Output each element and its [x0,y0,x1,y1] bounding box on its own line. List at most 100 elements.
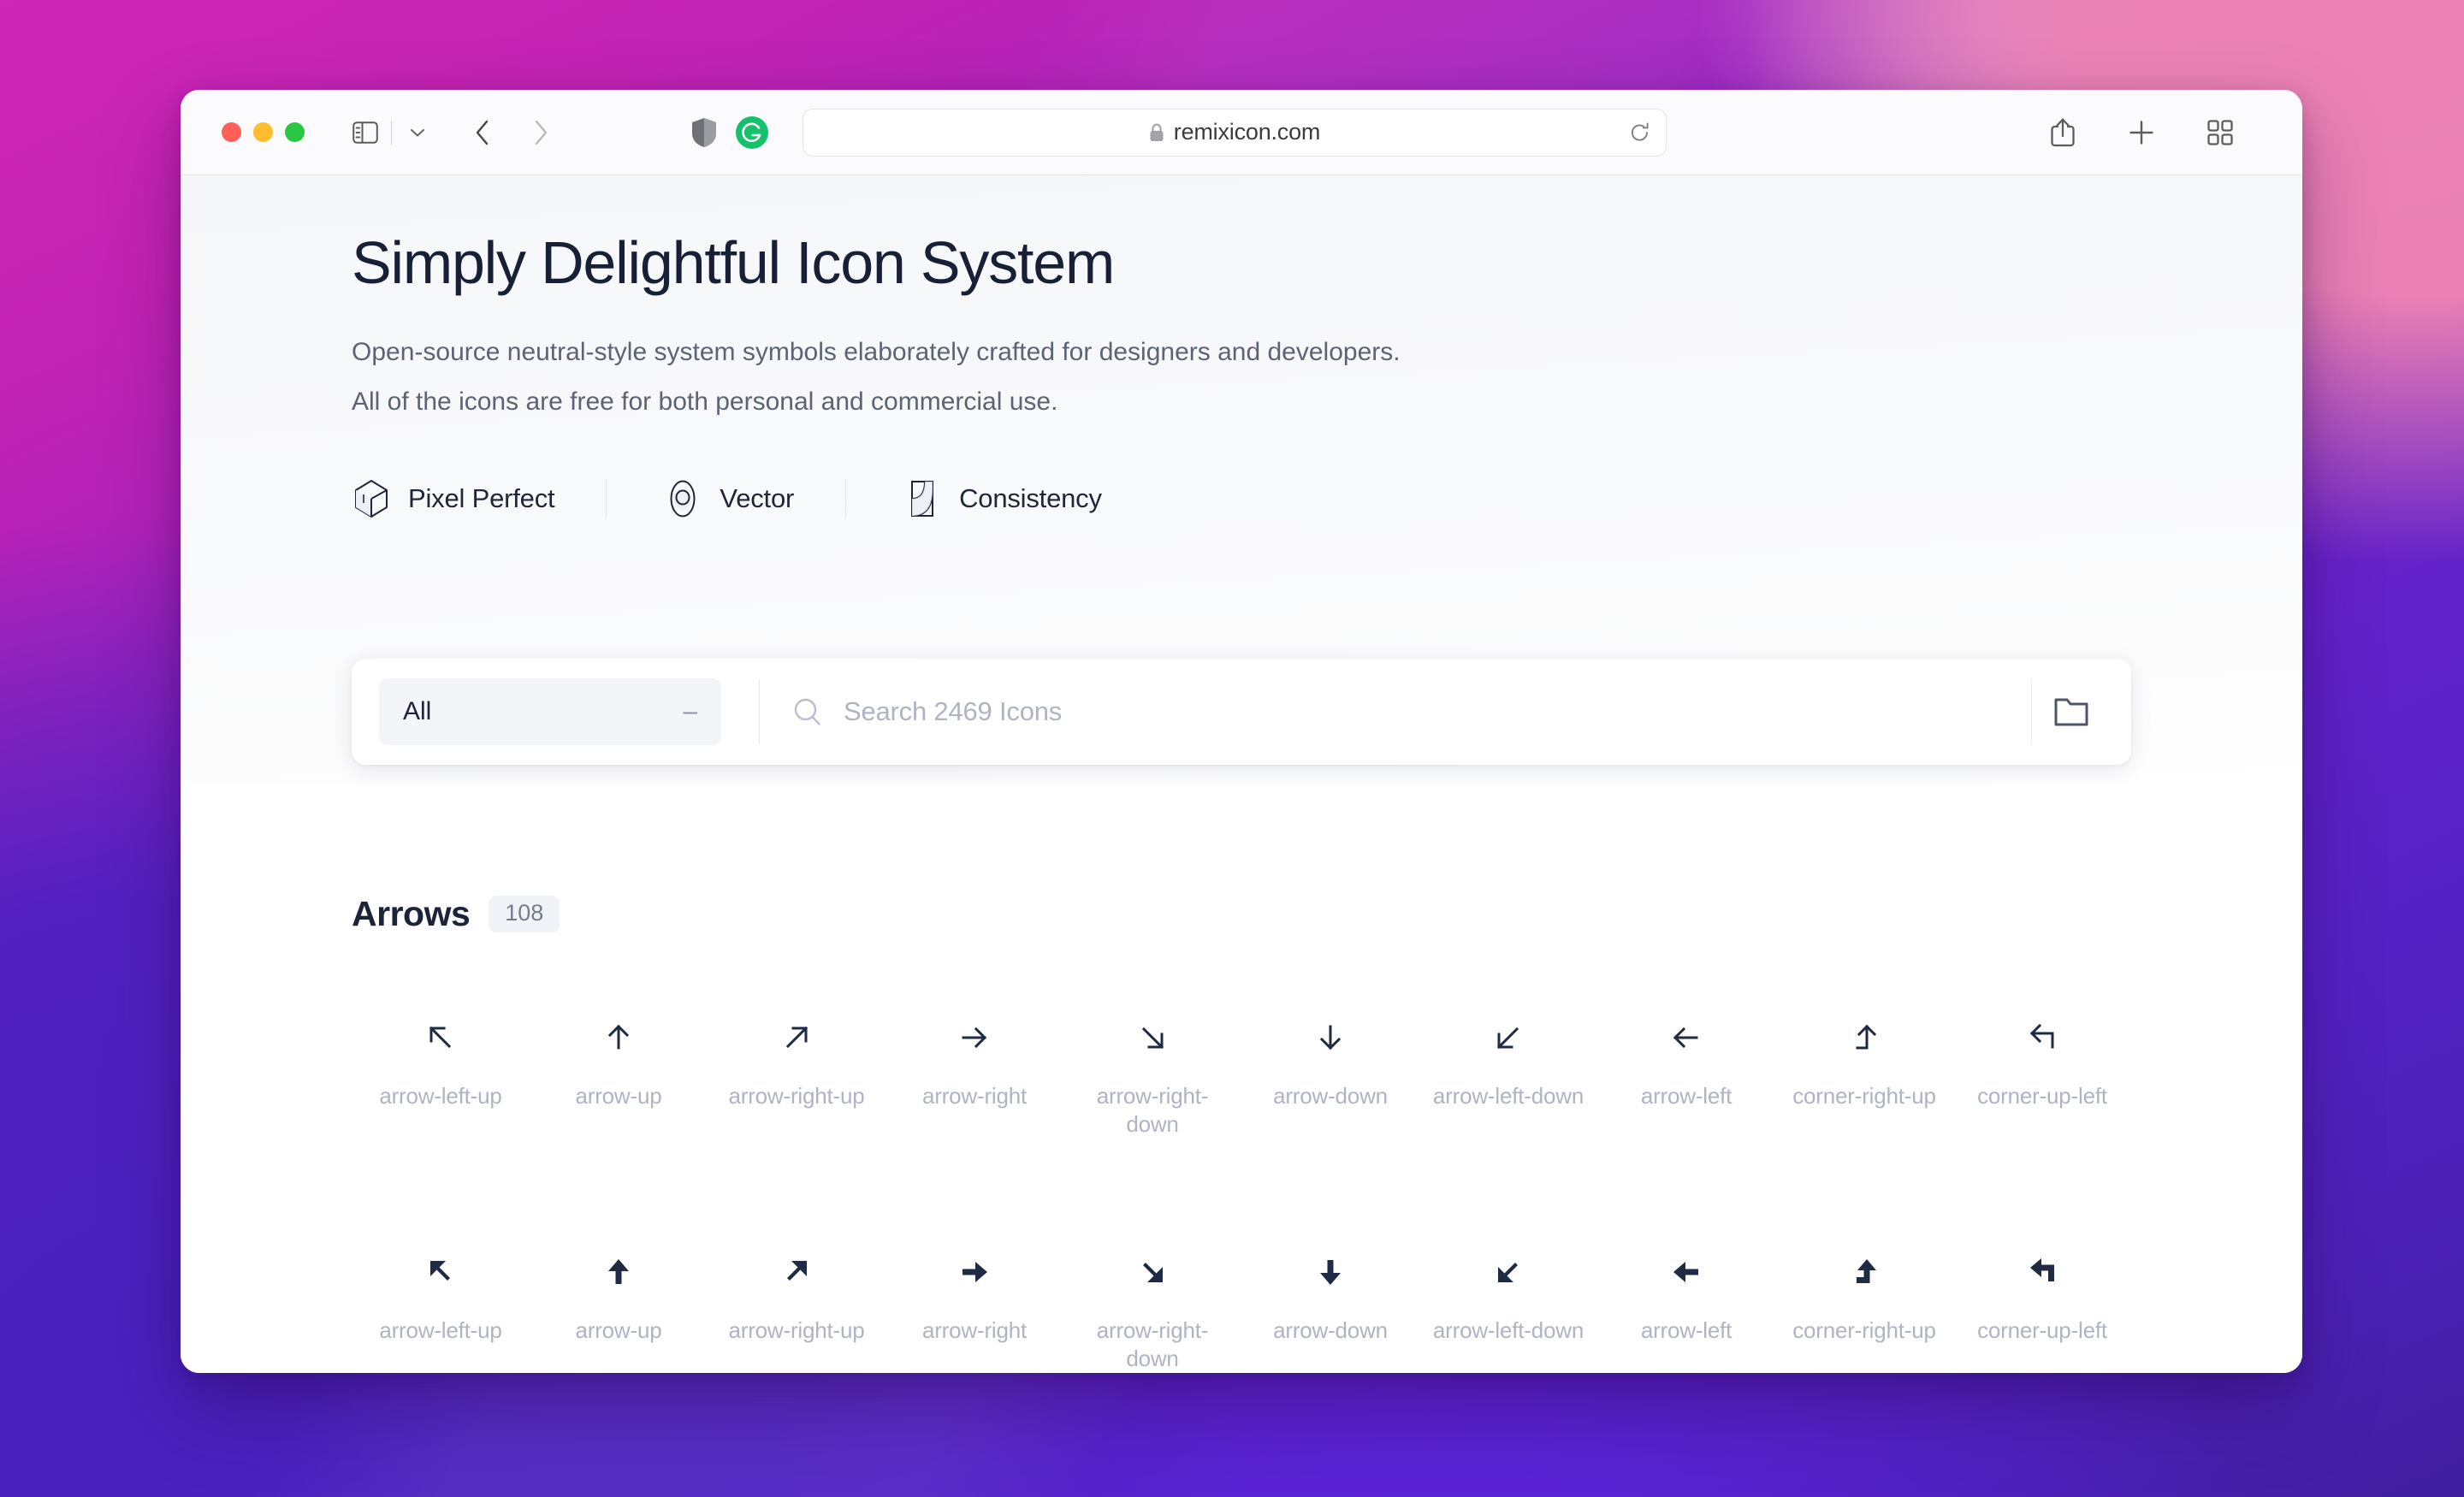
icon-item-arrow-left-fill[interactable]: arrow-left [1597,1227,1775,1373]
arrow-down-line-icon [1312,1011,1349,1064]
icon-item-arrow-right-down-fill[interactable]: arrow-right-down [1063,1227,1241,1373]
hero-subtitle: Open-source neutral-style system symbols… [352,335,2131,419]
arrow-down-fill-icon [1312,1246,1349,1299]
icon-item-arrow-left-up-line[interactable]: arrow-left-up [352,992,530,1169]
icon-item-arrow-right-down-line[interactable]: arrow-right-down [1063,992,1241,1169]
icon-item-arrow-down-line[interactable]: arrow-down [1241,992,1419,1169]
tab-overview-icon[interactable] [2198,110,2242,155]
icon-item-corner-up-left-line[interactable]: corner-up-left [1953,992,2131,1169]
search-bar-wrapper: All – Search 2469 Icons [181,659,2302,765]
chevron-right-icon[interactable] [518,110,563,155]
icon-item-corner-right-up-fill[interactable]: corner-right-up [1775,1227,1953,1373]
icon-item-arrow-left-line[interactable]: arrow-left [1597,992,1775,1169]
icon-grid-fill: arrow-left-up arrow-up arrow-right-up ar… [352,1227,2131,1373]
arrow-left-line-icon [1667,1011,1705,1064]
icon-item-arrow-up-fill[interactable]: arrow-up [530,1227,708,1373]
subtitle-line-2: All of the icons are free for both perso… [352,387,1058,416]
icon-item-arrow-right-line[interactable]: arrow-right [886,992,1063,1169]
corner-up-left-line-icon [2023,1011,2061,1064]
search-placeholder: Search 2469 Icons [844,696,1063,726]
cube-icon [352,479,391,518]
lock-icon [1149,123,1164,142]
sidebar-toggle-icon[interactable] [343,110,388,155]
icon-label: arrow-left-up [379,1317,502,1343]
browser-extensions [691,115,768,149]
arrow-up-fill-icon [600,1246,637,1299]
circle-vector-icon [663,479,702,518]
feature-label: Vector [720,483,795,513]
icon-label: arrow-down [1273,1083,1388,1109]
catalog-section-header: Arrows 108 [352,894,2131,934]
minimize-window-button[interactable] [253,122,273,142]
navigation-controls [460,110,563,155]
feature-list: Pixel Perfect Vector Consistency [352,479,2131,518]
corner-right-up-line-icon [1845,1011,1883,1064]
arrow-right-up-line-icon [778,1011,815,1064]
icon-label: arrow-right [921,1317,1028,1343]
arrow-right-fill-icon [956,1246,993,1299]
icon-item-arrow-right-up-line[interactable]: arrow-right-up [708,992,886,1169]
feature-label: Pixel Perfect [408,483,555,513]
search-input[interactable]: Search 2469 Icons [760,696,2031,727]
hero-inner: Simply Delightful Icon System Open-sourc… [317,175,2165,518]
icon-label: corner-up-left [1977,1317,2107,1343]
icon-item-arrow-left-down-fill[interactable]: arrow-left-down [1419,1227,1597,1373]
grammarly-icon[interactable] [736,115,768,149]
subtitle-line-1: Open-source neutral-style system symbols… [352,338,1401,366]
shield-icon[interactable] [691,117,717,148]
icon-label: corner-right-up [1792,1317,1936,1343]
icon-label: arrow-left-down [1432,1083,1584,1109]
arrow-right-line-icon [956,1011,993,1064]
chevron-left-icon[interactable] [460,110,505,155]
icon-catalog: Arrows 108 arrow-left-up arrow-up arrow-… [181,784,2302,1373]
address-bar[interactable]: remixicon.com [803,108,1667,157]
arrow-left-down-line-icon [1490,1011,1527,1064]
plus-icon[interactable] [2119,110,2164,155]
search-icon [792,696,823,727]
toolbar-right-actions [2040,110,2272,155]
page-title: Simply Delightful Icon System [352,229,1115,296]
arrow-left-fill-icon [1667,1246,1705,1299]
icon-item-arrow-up-line[interactable]: arrow-up [530,992,708,1169]
arrow-right-up-fill-icon [778,1246,815,1299]
square-curve-icon [903,479,942,518]
browser-window: remixicon.com Simply Delightful Icon Sys… [181,90,2302,1373]
reload-icon[interactable] [1630,121,1650,145]
icon-item-arrow-right-fill[interactable]: arrow-right [886,1227,1063,1373]
url-text: remixicon.com [1173,119,1321,145]
icon-item-corner-right-up-line[interactable]: corner-right-up [1775,992,1953,1169]
arrow-left-up-line-icon [422,1011,459,1064]
section-title: Arrows [352,894,471,933]
chevron-down-icon[interactable] [395,110,440,155]
icon-label: arrow-right-up [728,1317,865,1343]
close-window-button[interactable] [222,122,241,142]
feature-label: Consistency [959,483,1102,513]
icon-item-arrow-left-up-fill[interactable]: arrow-left-up [352,1227,530,1373]
corner-right-up-fill-icon [1845,1246,1883,1299]
icon-label: arrow-left-down [1432,1317,1584,1343]
icon-label: arrow-up [575,1317,662,1343]
maximize-window-button[interactable] [285,122,305,142]
category-dropdown[interactable]: All – [379,678,721,745]
category-label: All [403,697,432,725]
arrow-up-line-icon [600,1011,637,1064]
corner-up-left-fill-icon [2023,1246,2061,1299]
share-icon[interactable] [2040,110,2085,155]
url-display: remixicon.com [1149,119,1320,145]
window-controls [222,122,305,142]
sidebar-controls [343,110,440,155]
icon-item-arrow-down-fill[interactable]: arrow-down [1241,1227,1419,1373]
page-content: Simply Delightful Icon System Open-sourc… [181,175,2302,1373]
icon-item-arrow-right-up-fill[interactable]: arrow-right-up [708,1227,886,1373]
search-bar: All – Search 2469 Icons [352,659,2131,765]
chevron-down-icon: – [683,697,697,725]
icon-label: arrow-down [1273,1317,1388,1343]
arrow-right-down-fill-icon [1134,1246,1171,1299]
icon-label: arrow-right-down [1096,1083,1209,1137]
icon-item-arrow-left-down-line[interactable]: arrow-left-down [1419,992,1597,1169]
icon-item-corner-up-left-fill[interactable]: corner-up-left [1953,1227,2131,1373]
folder-icon[interactable] [2032,695,2111,728]
icon-label: corner-right-up [1792,1083,1936,1109]
browser-toolbar: remixicon.com [181,90,2302,175]
catalog-inner: Arrows 108 arrow-left-up arrow-up arrow-… [317,894,2165,1373]
